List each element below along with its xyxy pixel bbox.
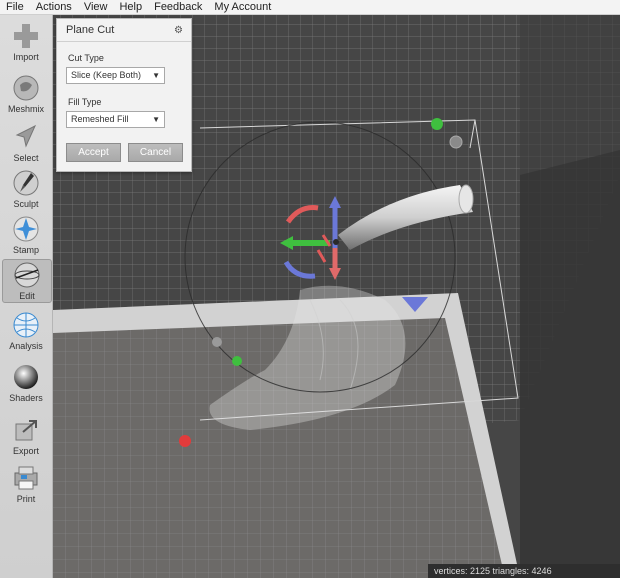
- tool-label: Select: [13, 153, 39, 163]
- red-handle[interactable]: [179, 435, 191, 447]
- sphere-icon: [14, 365, 38, 389]
- cut-type-label: Cut Type: [68, 53, 104, 63]
- menu-bar: File Actions View Help Feedback My Accou…: [0, 0, 620, 15]
- meshmix-icon: [13, 75, 39, 101]
- menu-view[interactable]: View: [78, 0, 114, 14]
- menu-feedback[interactable]: Feedback: [148, 0, 208, 14]
- menu-actions[interactable]: Actions: [30, 0, 78, 14]
- panel-header: Plane Cut ⚙: [57, 19, 191, 42]
- export-icon: [15, 420, 37, 441]
- mesh-stats: vertices: 2125 triangles: 4246: [428, 564, 620, 578]
- gear-icon[interactable]: ⚙: [174, 25, 183, 36]
- tool-analysis[interactable]: Analysis: [2, 310, 50, 351]
- tool-label: Edit: [19, 291, 35, 301]
- tool-label: Import: [13, 52, 39, 62]
- fill-type-value: Remeshed Fill: [71, 114, 129, 124]
- tool-label: Stamp: [12, 245, 39, 255]
- tool-label: Analysis: [9, 341, 43, 351]
- plane-cut-panel: Plane Cut ⚙ Cut Type Slice (Keep Both) ▼…: [56, 18, 192, 172]
- tool-import[interactable]: Import: [2, 21, 50, 62]
- menu-help[interactable]: Help: [113, 0, 148, 14]
- fill-type-label: Fill Type: [68, 97, 102, 107]
- analysis-sphere-icon: [13, 312, 39, 338]
- green-handle-small[interactable]: [232, 356, 242, 366]
- tool-label: Shaders: [9, 393, 43, 403]
- cancel-button[interactable]: Cancel: [128, 143, 183, 162]
- brush-icon: [13, 170, 39, 196]
- accept-button[interactable]: Accept: [66, 143, 121, 162]
- plus-icon: [14, 24, 38, 48]
- tool-select[interactable]: Select: [2, 122, 50, 163]
- tool-sculpt[interactable]: Sculpt: [2, 168, 50, 209]
- printer-icon: [14, 466, 38, 490]
- tool-edit[interactable]: Edit: [2, 259, 52, 303]
- cut-type-select[interactable]: Slice (Keep Both) ▼: [66, 67, 165, 84]
- tool-export[interactable]: Export: [2, 415, 50, 456]
- tool-label: Export: [12, 446, 39, 456]
- grey-handle-small[interactable]: [212, 337, 222, 347]
- menu-my-account[interactable]: My Account: [208, 0, 277, 14]
- tool-shaders[interactable]: Shaders: [2, 362, 50, 403]
- tool-label: Print: [16, 494, 36, 504]
- chevron-down-icon: ▼: [152, 115, 160, 124]
- tool-stamp[interactable]: Stamp: [2, 214, 50, 255]
- tool-meshmix[interactable]: Meshmix: [2, 73, 50, 114]
- tool-label: Meshmix: [7, 104, 44, 114]
- panel-title: Plane Cut: [66, 24, 115, 36]
- chevron-down-icon: ▼: [152, 71, 160, 80]
- cut-type-value: Slice (Keep Both): [71, 70, 142, 80]
- green-handle[interactable]: [431, 118, 443, 130]
- menu-file[interactable]: File: [0, 0, 30, 14]
- edit-icon: [14, 262, 40, 288]
- arrow-cursor-icon: [15, 124, 37, 148]
- tool-print[interactable]: Print: [2, 463, 50, 504]
- tool-label: Sculpt: [13, 199, 39, 209]
- grey-handle[interactable]: [449, 135, 463, 149]
- stamp-icon: [13, 216, 39, 242]
- tool-sidebar: Import Meshmix Select Sculpt Stamp Edit: [0, 15, 53, 578]
- fill-type-select[interactable]: Remeshed Fill ▼: [66, 111, 165, 128]
